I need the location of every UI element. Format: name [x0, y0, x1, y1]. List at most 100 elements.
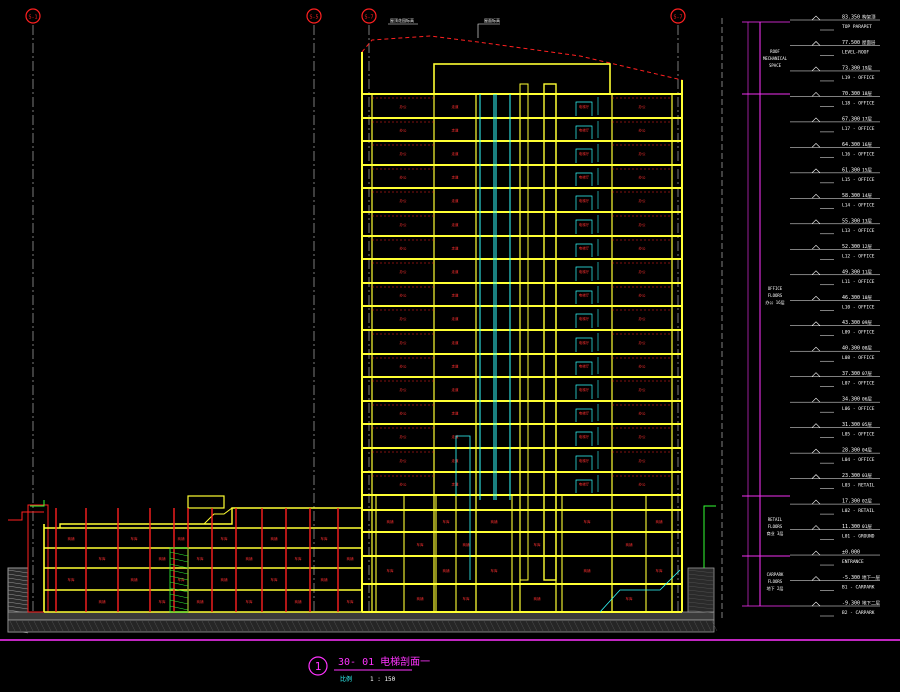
tower-room-label: 电梯厅	[579, 458, 590, 463]
tower-room-label: 电梯厅	[579, 246, 590, 251]
tower-room-label: 办公	[400, 269, 408, 274]
tower-room-label: 走道	[452, 364, 460, 369]
axis-label: S-7	[364, 15, 373, 21]
level-elevation: 61.300	[842, 167, 860, 173]
lower-room-label: 车库	[626, 596, 634, 601]
level-name-cn: 地下二层	[862, 600, 880, 607]
tower-room-label: 办公	[639, 434, 647, 439]
level-name-cn: 15层	[862, 167, 872, 173]
lower-room-label: 车库	[656, 568, 664, 573]
podium-room-label: 车库	[68, 577, 75, 582]
level-elevation: 40.300	[842, 346, 860, 352]
level-elevation: 43.300	[842, 320, 860, 326]
level-name-en: L06 - OFFICE	[842, 406, 875, 412]
level-name-cn: 06层	[862, 397, 872, 403]
tower-room-label: 办公	[400, 151, 408, 156]
tower-room-label: 电梯厅	[579, 128, 590, 133]
podium-room-label: 商铺	[246, 556, 253, 561]
tower-room-label: 办公	[400, 222, 408, 227]
level-name-en: L04 - OFFICE	[842, 457, 875, 463]
tower-room-label: 走道	[452, 411, 460, 416]
lower-room-label: 车库	[417, 542, 425, 547]
level-name-cn: 屋面层	[862, 40, 876, 46]
podium-room-label: 商铺	[68, 536, 75, 541]
foundation-base	[7, 619, 715, 633]
level-name-cn: 18层	[862, 91, 872, 97]
level-elevation: 23.300	[842, 473, 860, 479]
level-name-cn: 19层	[862, 65, 872, 71]
podium-room-label: 车库	[99, 556, 106, 561]
level-elevation: 17.300	[842, 499, 860, 505]
zone-label: SPACE	[769, 63, 782, 68]
level-name-en: L11 - OFFICE	[842, 279, 875, 285]
level-name-cn: 14层	[862, 193, 872, 199]
lower-room-label: 商铺	[443, 568, 451, 573]
level-name-cn: 04层	[862, 448, 872, 454]
podium-room-label: 商铺	[131, 577, 138, 582]
lower-room-label: 商铺	[626, 542, 634, 547]
tower-room-label: 走道	[452, 128, 460, 133]
tower-room-label: 走道	[452, 293, 460, 298]
section-drawing: S-1 S-5 S-7 S-7 商铺车库车库商铺车库商铺商铺车库商铺车库车库商铺车库商…	[0, 0, 900, 692]
tower-room-label: 办公	[639, 482, 647, 487]
zone-label: 商业 3层	[767, 530, 784, 536]
tower-room-label: 办公	[639, 269, 647, 274]
podium-room-label: 商铺	[178, 536, 185, 541]
tower-room-label: 走道	[452, 458, 460, 463]
level-name-en: L13 - OFFICE	[842, 228, 875, 234]
tower-room-label: 办公	[639, 151, 647, 156]
zone-label: ROOF	[770, 49, 780, 54]
lower-room-label: 车库	[463, 596, 471, 601]
tower-room-label: 走道	[452, 482, 460, 487]
axis-label: S-1	[28, 15, 37, 21]
level-name-en: L16 - OFFICE	[842, 151, 875, 157]
tower-room-label: 办公	[639, 411, 647, 416]
level-name-cn: 07层	[862, 371, 872, 377]
level-elevation: 83.350	[842, 15, 860, 21]
level-name-en: L08 - OFFICE	[842, 355, 875, 361]
zone-label: FLOORS	[768, 293, 783, 298]
podium-room-label: 商铺	[347, 556, 355, 561]
tower-room-label: 办公	[400, 104, 408, 109]
level-elevation: 46.300	[842, 295, 860, 301]
tower-room-label: 电梯厅	[579, 316, 590, 321]
tower-room-label: 走道	[452, 434, 460, 439]
level-name-cn: 05层	[862, 422, 872, 428]
tower-room-label: 电梯厅	[579, 198, 590, 203]
level-name-en: L12 - OFFICE	[842, 253, 875, 259]
tower-room-label: 电梯厅	[579, 175, 590, 180]
tower-room-label: 走道	[452, 104, 460, 109]
level-name-cn: 09层	[862, 320, 872, 326]
axis-label: S-7	[673, 15, 682, 21]
tower-room-label: 电梯厅	[579, 364, 590, 369]
podium-room-label: 商铺	[197, 599, 204, 604]
tower-room-label: 办公	[400, 434, 408, 439]
tower-room-label: 办公	[400, 411, 408, 416]
foundation-slab	[7, 611, 715, 621]
level-name-cn: 构架顶	[862, 14, 876, 21]
level-name-en: L15 - OFFICE	[842, 177, 875, 183]
tower-room-label: 电梯厅	[579, 151, 590, 156]
tower-room-label: 电梯厅	[579, 104, 590, 109]
level-name-en: TOP PARAPET	[842, 24, 872, 30]
level-name-cn: 16层	[862, 142, 872, 148]
tower-room-label: 办公	[400, 175, 408, 180]
tower-room-label: 办公	[400, 340, 408, 345]
zone-label: 地下 2层	[767, 585, 784, 591]
tower-room-label: 办公	[639, 293, 647, 298]
tower-room-label: 电梯厅	[579, 340, 590, 345]
podium-room-label: 车库	[246, 599, 253, 604]
zone-label: MECHANICAL	[763, 56, 788, 61]
tower-room-label: 走道	[452, 151, 460, 156]
zone-label: FLOORS	[768, 524, 783, 529]
level-name-en: L03 - RETAIL	[842, 483, 875, 489]
level-name-cn: 12层	[862, 244, 872, 250]
zone-label: FLOORS	[768, 579, 783, 584]
tower-room-label: 走道	[452, 222, 460, 227]
tower-room-label: 办公	[639, 175, 647, 180]
tower-room-label: 走道	[452, 175, 460, 180]
level-elevation: 28.300	[842, 448, 860, 454]
podium-room-label: 商铺	[221, 577, 228, 582]
level-name-en: L09 - OFFICE	[842, 330, 875, 336]
tower-room-label: 办公	[639, 128, 647, 133]
